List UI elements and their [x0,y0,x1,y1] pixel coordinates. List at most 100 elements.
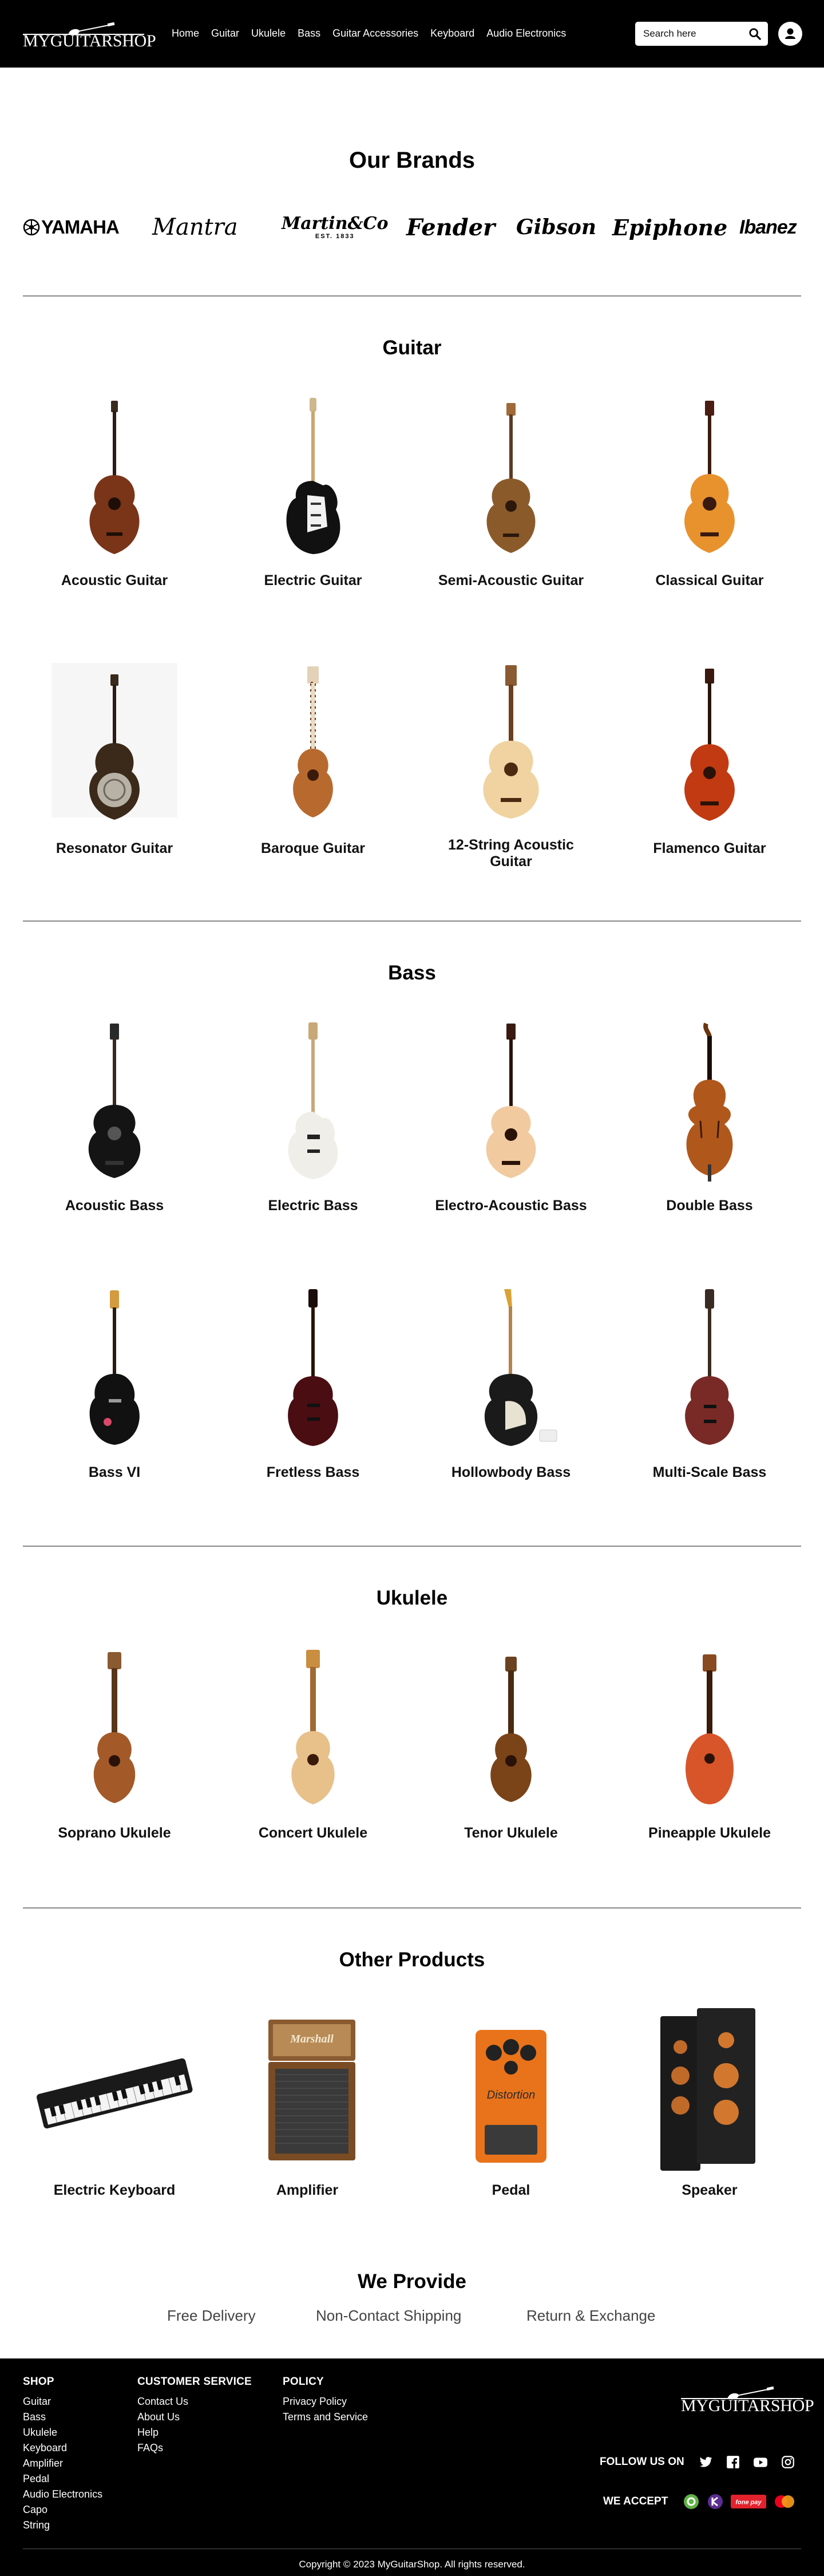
footer-logo[interactable]: MYGUITARSHOP [681,2386,814,2415]
product-card-semi-acoustic-guitar[interactable]: Semi-Acoustic Guitar [425,395,597,590]
main-nav: Home Guitar Ukulele Bass Guitar Accessor… [172,27,578,39]
section-divider [23,920,801,922]
product-card-baroque-guitar[interactable]: Baroque Guitar [227,663,399,858]
twitter-icon[interactable] [698,2455,713,2470]
search-icon[interactable] [748,27,761,40]
product-card-electric-bass[interactable]: Electric Bass [227,1020,399,1215]
yamaha-emblem-icon [23,219,40,236]
return-exchange-text: Return & Exchange [526,2307,656,2324]
nav-audio-electronics[interactable]: Audio Electronics [486,27,566,39]
brand-gibson[interactable]: Gibson [516,207,596,247]
footer-link-terms[interactable]: Terms and Service [283,2409,368,2425]
product-card-amplifier[interactable]: Marshall Amplifier [221,2007,393,2202]
brand-gibson-label: Gibson [516,215,597,239]
footer-policy-title: POLICY [283,2376,324,2388]
brands-title: Our Brands [348,148,476,173]
product-label: Semi-Acoustic Guitar [438,572,584,588]
baroque-guitar-image [227,663,399,829]
product-label: 12-String Acoustic Guitar [448,837,574,870]
footer-link-faqs[interactable]: FAQs [137,2440,252,2456]
brand-epiphone-label: Epiphone [612,214,728,240]
brand-martin-sub: EST. 1833 [315,233,355,240]
brand-martin[interactable]: Martin&Co EST. 1833 [282,207,389,247]
product-card-resonator-guitar[interactable]: Resonator Guitar [29,663,200,858]
brand-mantra[interactable]: Mantra [152,207,238,247]
footer-link-privacy-policy[interactable]: Privacy Policy [283,2394,368,2409]
footer-link-keyboard[interactable]: Keyboard [23,2440,102,2456]
footer-link-ukulele[interactable]: Ukulele [23,2425,102,2440]
footer-link-bass[interactable]: Bass [23,2409,102,2425]
product-card-double-bass[interactable]: Double Bass [624,1020,795,1215]
footer-link-amplifier[interactable]: Amplifier [23,2456,102,2471]
nav-home[interactable]: Home [172,27,199,39]
product-card-electric-guitar[interactable]: Electric Guitar [227,395,399,590]
product-card-pedal[interactable]: Distortion Pedal [425,2007,597,2202]
product-label: Soprano Ukulele [58,1825,171,1841]
footer-service-title: CUSTOMER SERVICE [137,2376,252,2388]
site-footer: SHOP Guitar Bass Ukulele Keyboard Amplif… [0,2358,824,2576]
account-button[interactable] [778,22,802,46]
product-card-electro-acoustic-bass[interactable]: Electro-Acoustic Bass [425,1020,597,1215]
product-card-fretless-bass[interactable]: Fretless Bass [227,1287,399,1481]
section-divider [23,1907,801,1909]
footer-link-pedal[interactable]: Pedal [23,2471,102,2487]
electro-acoustic-bass-image [425,1020,597,1186]
product-card-pineapple-ukulele[interactable]: Pineapple Ukulele [624,1646,795,1841]
nav-guitar-accessories[interactable]: Guitar Accessories [332,27,418,39]
footer-link-capo[interactable]: Capo [23,2502,102,2518]
footer-link-string[interactable]: String [23,2518,102,2533]
product-label: Speaker [682,2182,738,2198]
12-string-guitar-image [425,663,597,829]
product-card-hollowbody-bass[interactable]: Hollowbody Bass [425,1287,597,1481]
search-input[interactable] [643,27,740,40]
footer-shop-column: SHOP Guitar Bass Ukulele Keyboard Amplif… [23,2376,102,2533]
youtube-icon[interactable] [753,2455,768,2470]
nav-keyboard[interactable]: Keyboard [430,27,474,39]
product-card-tenor-ukulele[interactable]: Tenor Ukulele [425,1646,597,1841]
product-label: Flamenco Guitar [653,840,766,856]
fretless-bass-image [227,1287,399,1453]
acoustic-bass-image [29,1020,200,1186]
section-divider [23,295,801,297]
ukulele-section-title: Ukulele [376,1587,448,1609]
product-card-electric-keyboard[interactable]: Electric Keyboard [29,2007,200,2202]
footer-link-help[interactable]: Help [137,2425,252,2440]
product-card-multi-scale-bass[interactable]: Multi-Scale Bass [624,1287,795,1481]
brand-fender[interactable]: Fender [406,207,495,247]
product-label: Multi-Scale Bass [652,1464,767,1480]
product-card-12-string-guitar[interactable]: 12-String Acoustic Guitar [425,663,597,870]
mastercard-icon [775,2495,795,2508]
brand-ibanez[interactable]: Ibanez [739,207,797,247]
product-card-concert-ukulele[interactable]: Concert Ukulele [227,1646,399,1841]
product-card-acoustic-guitar[interactable]: Acoustic Guitar [29,395,200,590]
brand-yamaha[interactable]: YAMAHA [23,207,120,247]
product-card-soprano-ukulele[interactable]: Soprano Ukulele [29,1646,200,1841]
site-logo[interactable]: MYGUITARSHOP [23,22,156,50]
footer-shop-title: SHOP [23,2376,54,2388]
other-products-title: Other Products [339,1949,485,1971]
electric-guitar-image [227,395,399,561]
product-card-speaker[interactable]: Speaker [624,2007,795,2202]
instagram-icon[interactable] [781,2455,795,2470]
product-label: Electric Keyboard [53,2182,176,2198]
footer-link-guitar[interactable]: Guitar [23,2394,102,2409]
brand-epiphone[interactable]: Epiphone [612,207,727,247]
product-label: Tenor Ukulele [464,1825,558,1841]
khalti-icon [708,2494,723,2509]
product-card-flamenco-guitar[interactable]: Flamenco Guitar [624,663,795,858]
footer-link-audio-electronics[interactable]: Audio Electronics [23,2487,102,2502]
nav-guitar[interactable]: Guitar [211,27,239,39]
product-card-classical-guitar[interactable]: Classical Guitar [624,395,795,590]
concert-ukulele-image [227,1646,399,1812]
product-card-acoustic-bass[interactable]: Acoustic Bass [29,1020,200,1215]
product-card-bass-vi[interactable]: Bass VI [29,1287,200,1481]
product-label: Electric Guitar [264,572,362,588]
facebook-icon[interactable] [726,2455,740,2470]
nav-bass[interactable]: Bass [298,27,320,39]
electric-bass-image [227,1020,399,1186]
site-header: MYGUITARSHOP Home Guitar Ukulele Bass Gu… [0,0,824,68]
nav-ukulele[interactable]: Ukulele [251,27,286,39]
footer-link-about-us[interactable]: About Us [137,2409,252,2425]
footer-link-contact-us[interactable]: Contact Us [137,2394,252,2409]
amplifier-image: Marshall [221,2007,393,2173]
